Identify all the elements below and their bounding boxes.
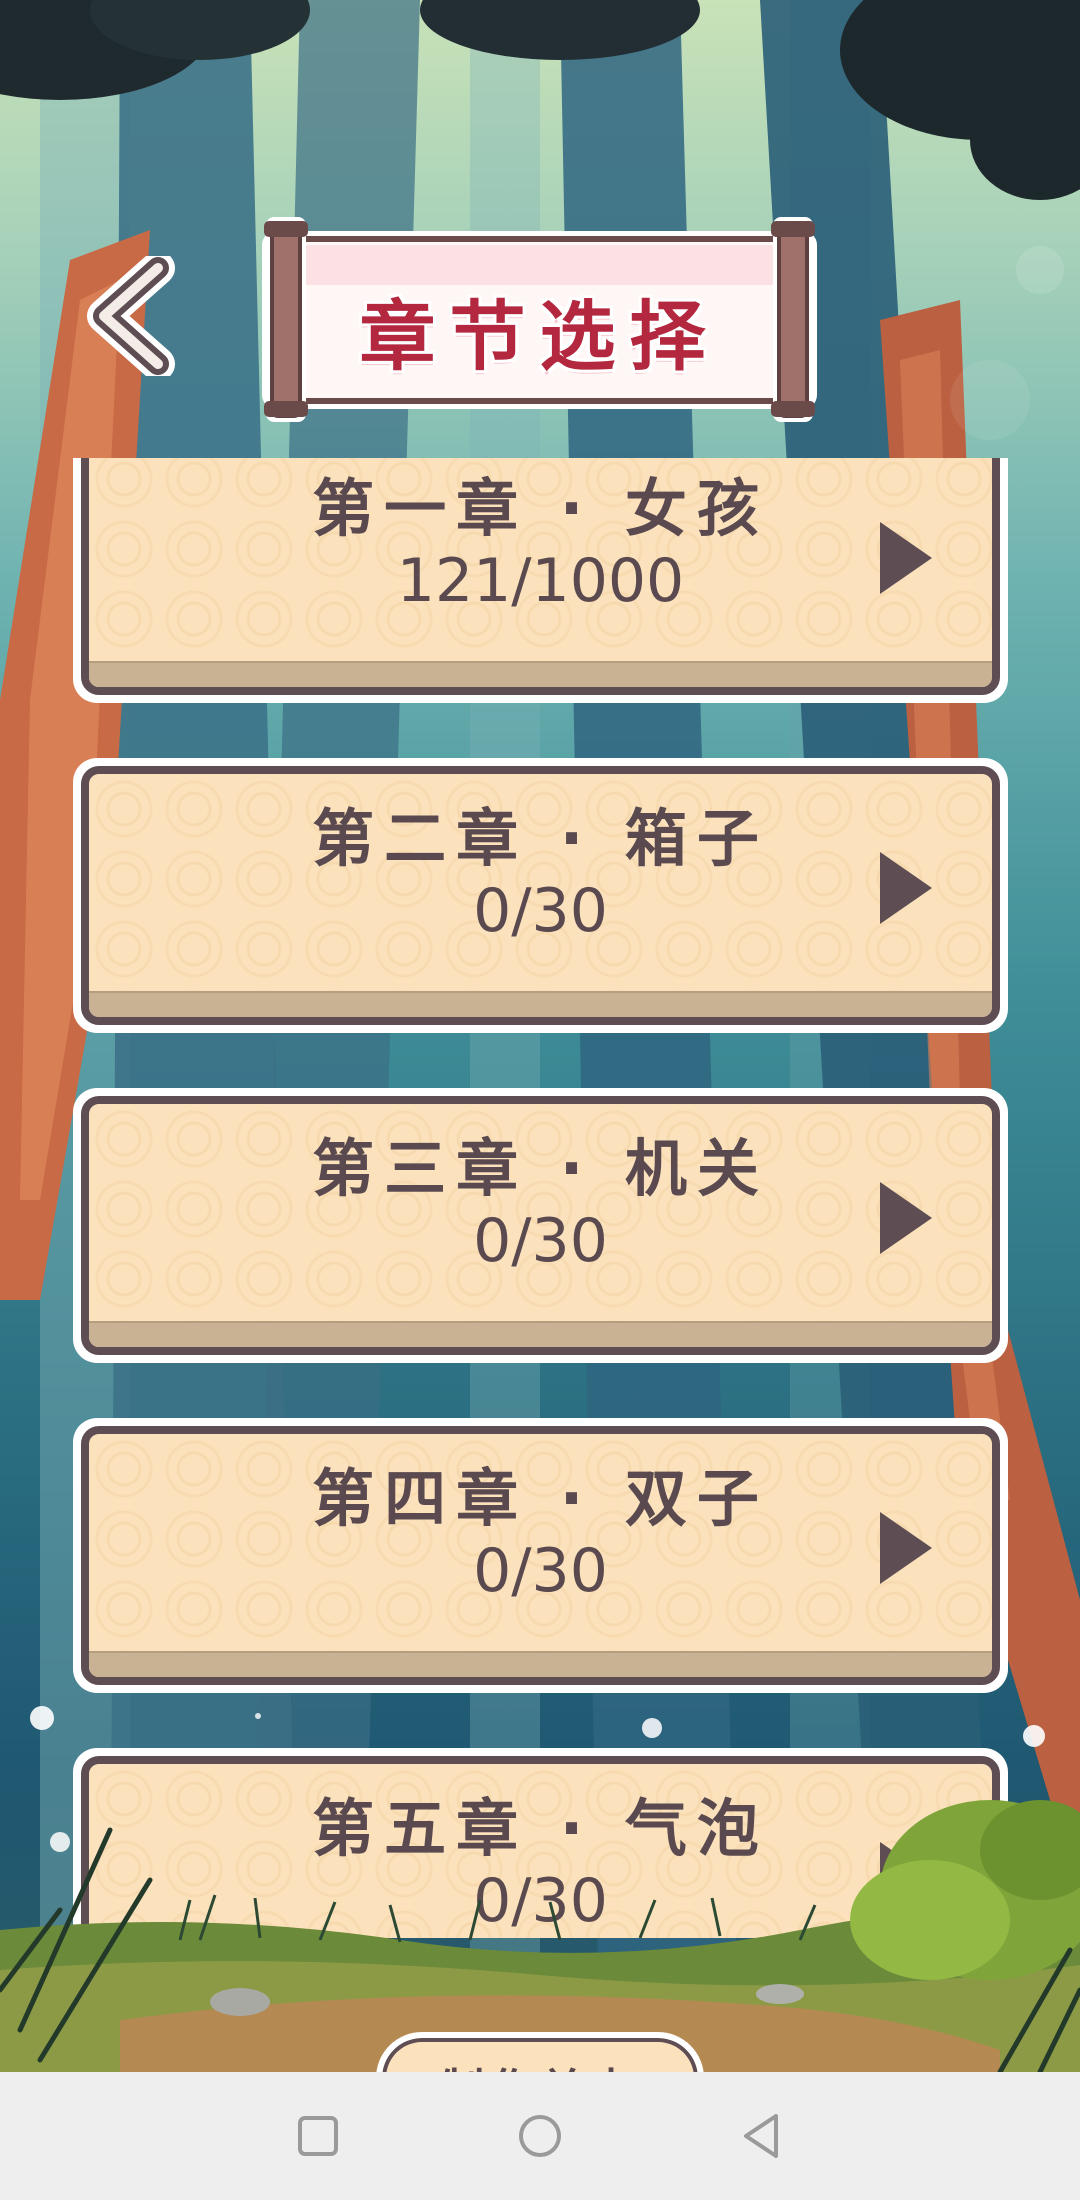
circle-icon (519, 2115, 561, 2157)
system-back-button[interactable] (732, 2106, 792, 2166)
chapter-progress: 0/30 (473, 1536, 608, 1606)
back-button[interactable] (86, 251, 186, 381)
home-button[interactable] (510, 2106, 570, 2166)
chapter-title: 第四章 · 双子 (312, 1462, 769, 1535)
chapter-title: 第五章 · 气泡 (312, 1792, 769, 1865)
chapter-progress: 121/1000 (396, 546, 685, 616)
play-icon (880, 1512, 932, 1584)
play-icon (880, 1842, 932, 1914)
chapter-title: 第二章 · 箱子 (312, 802, 769, 875)
title-banner: 章节选择 (252, 203, 827, 436)
system-nav-bar (0, 2072, 1080, 2200)
chevron-left-icon (87, 251, 175, 381)
chapter-list[interactable]: 第一章 · 女孩 121/1000 第二章 · 箱子 0/30 第三章 · 机关… (0, 458, 1080, 1938)
triangle-back-icon (744, 2114, 778, 2158)
play-icon (880, 1182, 932, 1254)
chapter-title: 第三章 · 机关 (312, 1132, 769, 1205)
chapter-card-4[interactable]: 第四章 · 双子 0/30 (73, 1418, 1008, 1693)
square-icon (298, 2116, 338, 2156)
recent-apps-button[interactable] (288, 2106, 348, 2166)
chapter-card-1[interactable]: 第一章 · 女孩 121/1000 (73, 458, 1008, 703)
chapter-card-3[interactable]: 第三章 · 机关 0/30 (73, 1088, 1008, 1363)
chapter-progress: 0/30 (473, 1866, 608, 1936)
play-icon (880, 522, 932, 594)
chapter-progress: 0/30 (473, 1206, 608, 1276)
chapter-title: 第一章 · 女孩 (312, 472, 769, 545)
page-title: 章节选择 (359, 292, 720, 381)
play-icon (880, 852, 932, 924)
chapter-card-5[interactable]: 第五章 · 气泡 0/30 (73, 1748, 1008, 1938)
chapter-card-2[interactable]: 第二章 · 箱子 0/30 (73, 758, 1008, 1033)
chapter-progress: 0/30 (473, 876, 608, 946)
